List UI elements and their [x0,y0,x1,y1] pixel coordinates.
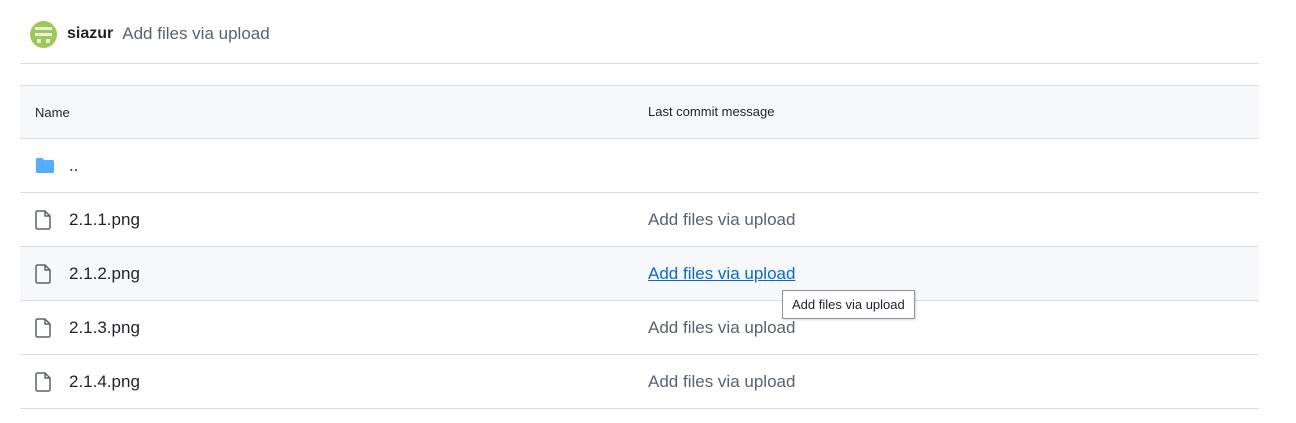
file-name-link[interactable]: 2.1.3.png [69,318,140,338]
commit-author[interactable]: siazur [67,25,113,43]
column-header-message: Last commit message [648,104,775,119]
file-icon [35,317,55,339]
latest-commit-bar: siazur Add files via upload [30,18,270,50]
table-row: 2.1.4.png Add files via upload [20,355,1259,409]
file-icon [35,209,55,231]
table-row: 2.1.2.png Add files via upload [20,247,1259,301]
avatar[interactable] [30,20,57,48]
file-name-link[interactable]: 2.1.1.png [69,210,140,230]
commit-message-link[interactable]: Add files via upload [648,318,795,337]
commit-message-link[interactable]: Add files via upload [648,264,795,283]
file-name-link[interactable]: 2.1.2.png [69,264,140,284]
column-header-name: Name [35,104,70,120]
file-table: Name Last commit message .. 2.1.1.png Ad… [20,85,1259,409]
table-row: 2.1.3.png Add files via upload [20,301,1259,355]
commit-message-link[interactable]: Add files via upload [648,372,795,391]
tooltip: Add files via upload [782,290,915,319]
table-header: Name Last commit message [20,86,1259,139]
table-row: 2.1.1.png Add files via upload [20,193,1259,247]
commit-message[interactable]: Add files via upload [122,24,269,44]
divider [20,63,1259,64]
folder-icon [35,155,55,177]
parent-directory-row[interactable]: .. [20,139,1259,193]
parent-directory-link[interactable]: .. [69,156,78,176]
commit-message-link[interactable]: Add files via upload [648,210,795,229]
file-icon [35,263,55,285]
file-name-link[interactable]: 2.1.4.png [69,372,140,392]
file-icon [35,371,55,393]
